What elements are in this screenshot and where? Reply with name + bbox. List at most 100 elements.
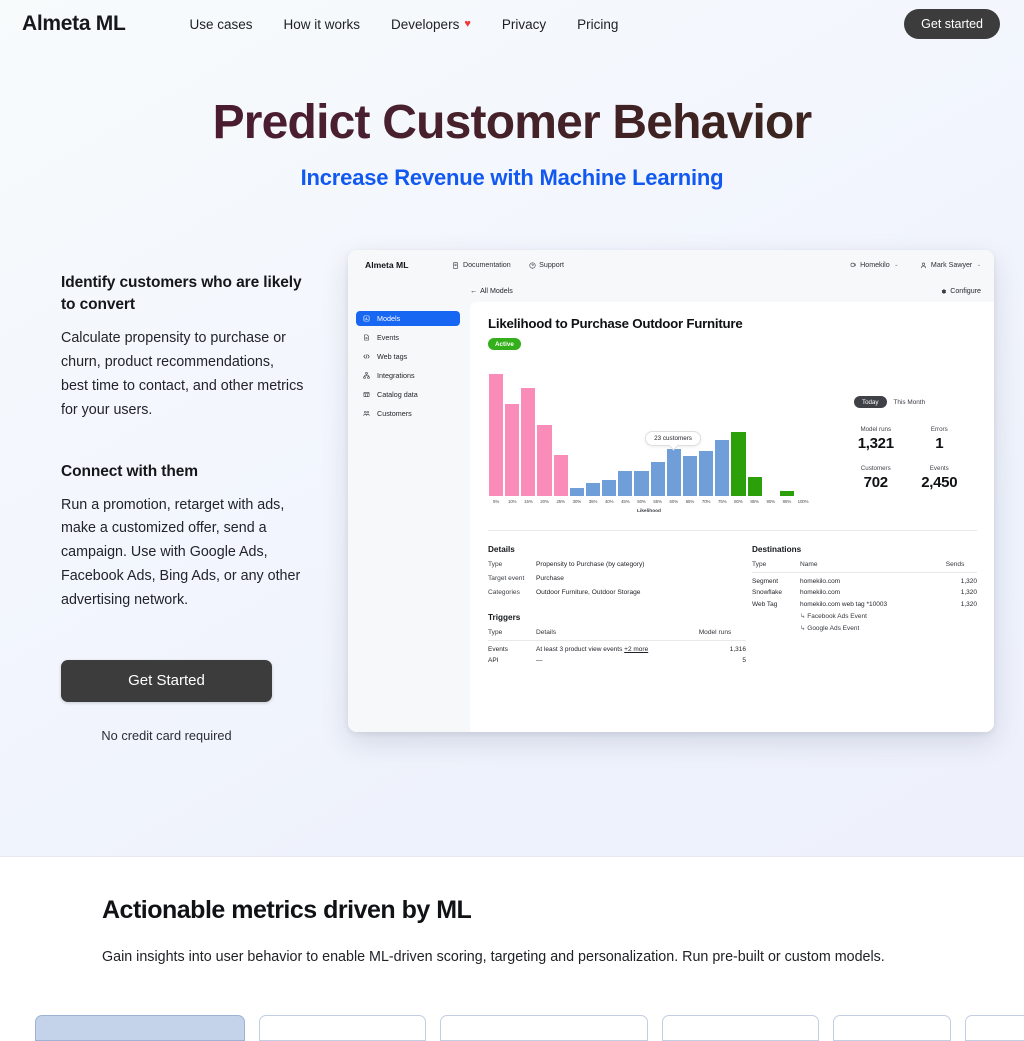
- chart-bar-column[interactable]: [569, 370, 584, 496]
- chart-x-tick: 30%: [572, 499, 582, 504]
- sidebar-item-label: Catalog data: [377, 390, 418, 399]
- period-this-month-button[interactable]: This Month: [894, 399, 926, 406]
- page-subtitle: Increase Revenue with Machine Learning: [300, 165, 724, 190]
- chart-bar-column[interactable]: [505, 370, 520, 496]
- triggers-title: Triggers: [488, 613, 521, 622]
- chart-bar-column[interactable]: [747, 370, 762, 496]
- actionable-metrics-section: Actionable metrics driven by ML Gain ins…: [0, 857, 1024, 1041]
- chart-bar-column[interactable]: [521, 370, 536, 496]
- chart-bar-column[interactable]: [585, 370, 601, 496]
- branch-arrow-icon: ↳: [800, 612, 806, 620]
- brand-logo[interactable]: Almeta ML: [22, 12, 126, 36]
- metrics-tab-1[interactable]: [35, 1015, 245, 1041]
- help-circle-icon: [529, 261, 536, 269]
- chart-bar-column[interactable]: [537, 370, 552, 496]
- table-row: API — 5: [488, 653, 746, 664]
- user-icon: [920, 262, 927, 269]
- chart-bar-column[interactable]: [618, 370, 633, 496]
- nav-link-how-it-works[interactable]: How it works: [284, 17, 361, 32]
- chart-x-tick: 10%: [507, 499, 517, 504]
- nav-link-use-cases[interactable]: Use cases: [189, 17, 252, 32]
- table-subrow: ↳ Facebook Ads Event: [752, 608, 977, 620]
- nav-link-pricing[interactable]: Pricing: [577, 17, 618, 32]
- sidebar-item-integrations[interactable]: Integrations: [356, 368, 460, 383]
- chart-bar[interactable]: [553, 455, 568, 496]
- chart-bar[interactable]: [489, 373, 504, 496]
- chart-x-tick: 100%: [797, 499, 809, 504]
- chart-x-tick: 60%: [669, 499, 679, 504]
- get-started-nav-button[interactable]: Get started: [904, 9, 1000, 39]
- chart-bar[interactable]: [666, 449, 681, 496]
- chart-bar[interactable]: [699, 451, 714, 496]
- stat-value: 2,450: [921, 474, 958, 491]
- app-documentation-link[interactable]: Documentation: [452, 261, 511, 269]
- destinations-header-type: Type: [752, 561, 800, 573]
- chart-bar-column[interactable]: [699, 370, 714, 496]
- details-row: Categories Outdoor Furniture, Outdoor St…: [488, 589, 746, 596]
- get-started-hero-button[interactable]: Get Started: [61, 659, 272, 702]
- chart-bar[interactable]: [650, 462, 665, 496]
- sidebar-item-catalog-data[interactable]: Catalog data: [356, 387, 460, 402]
- app-brand: Almeta ML: [365, 260, 409, 270]
- chart-bar[interactable]: [585, 483, 601, 496]
- chart-bar-column[interactable]: [764, 370, 778, 496]
- user-menu[interactable]: Mark Sawyer ⌄: [920, 261, 981, 269]
- chart-bar[interactable]: [521, 388, 536, 496]
- chart-bar[interactable]: [731, 432, 746, 496]
- configure-button[interactable]: Configure: [940, 287, 981, 295]
- trigger-details: At least 3 product view events +2 more: [536, 641, 699, 653]
- chart-bar[interactable]: [634, 470, 649, 496]
- stat-value: 1,321: [857, 435, 894, 452]
- chart-icon: [363, 315, 370, 322]
- chart-bar-column[interactable]: [779, 370, 794, 496]
- app-support-link[interactable]: Support: [529, 261, 564, 269]
- chart-bar-column[interactable]: [731, 370, 746, 496]
- account-switcher[interactable]: Homekilo ⌄: [850, 261, 898, 269]
- chart-bar-column[interactable]: [796, 370, 810, 496]
- stat-label: Errors: [930, 426, 948, 433]
- chart-bar[interactable]: [602, 479, 617, 496]
- nav-link-privacy[interactable]: Privacy: [502, 17, 546, 32]
- sidebar-item-events[interactable]: Events: [356, 330, 460, 345]
- details-key: Type: [488, 561, 503, 568]
- chart-bar-column[interactable]: [553, 370, 568, 496]
- cta-note: No credit card required: [101, 727, 232, 743]
- metrics-tab-2[interactable]: [259, 1015, 426, 1041]
- chart-bar[interactable]: [505, 403, 520, 496]
- metrics-tab-5[interactable]: [833, 1015, 951, 1041]
- app-subbar: ← All Models Configure: [348, 280, 994, 302]
- chart-bar[interactable]: [682, 456, 698, 496]
- chart-bar-column[interactable]: [715, 370, 730, 496]
- page-title: Predict Customer Behavior: [0, 95, 1024, 150]
- metrics-tab-6[interactable]: [965, 1015, 1024, 1041]
- period-toggle: Today This Month: [854, 396, 971, 408]
- chart-bar-column[interactable]: [489, 370, 504, 496]
- chart-bar[interactable]: [779, 491, 794, 496]
- chart-bar[interactable]: [618, 470, 633, 496]
- destination-subname: ↳ Google Ads Event: [800, 620, 946, 632]
- chart-bar[interactable]: [537, 425, 552, 496]
- metrics-tab-3[interactable]: [440, 1015, 648, 1041]
- nav-link-developers[interactable]: Developers ♥: [391, 17, 471, 32]
- sidebar-item-label: Models: [377, 314, 401, 323]
- chart-bar[interactable]: [715, 439, 730, 496]
- stat-label: Events: [929, 465, 949, 472]
- chart-bar[interactable]: [747, 476, 762, 496]
- triggers-table: Type Details Model runs Events At least …: [488, 629, 746, 664]
- chart-bar-column[interactable]: [602, 370, 617, 496]
- sidebar-item-customers[interactable]: Customers: [356, 406, 460, 421]
- metrics-tab-4[interactable]: [662, 1015, 819, 1041]
- feature-body-1: Calculate propensity to purchase or chur…: [61, 330, 304, 418]
- chart-x-tick: 65%: [685, 499, 695, 504]
- destination-sends: 1,320: [960, 589, 977, 596]
- back-to-all-models-link[interactable]: ← All Models: [470, 287, 513, 295]
- trigger-more-link[interactable]: +2 more: [624, 646, 648, 653]
- sidebar-item-web-tags[interactable]: Web tags: [356, 349, 460, 364]
- chart-bar[interactable]: [569, 488, 584, 496]
- period-today-button[interactable]: Today: [854, 396, 887, 408]
- trigger-details: —: [536, 657, 543, 664]
- table-row: Snowflake homekilo.com 1,320: [752, 585, 977, 596]
- chart-x-tick: 75%: [718, 499, 727, 504]
- sidebar-item-models[interactable]: Models: [356, 311, 460, 326]
- app-main-panel: Likelihood to Purchase Outdoor Furniture…: [470, 302, 994, 732]
